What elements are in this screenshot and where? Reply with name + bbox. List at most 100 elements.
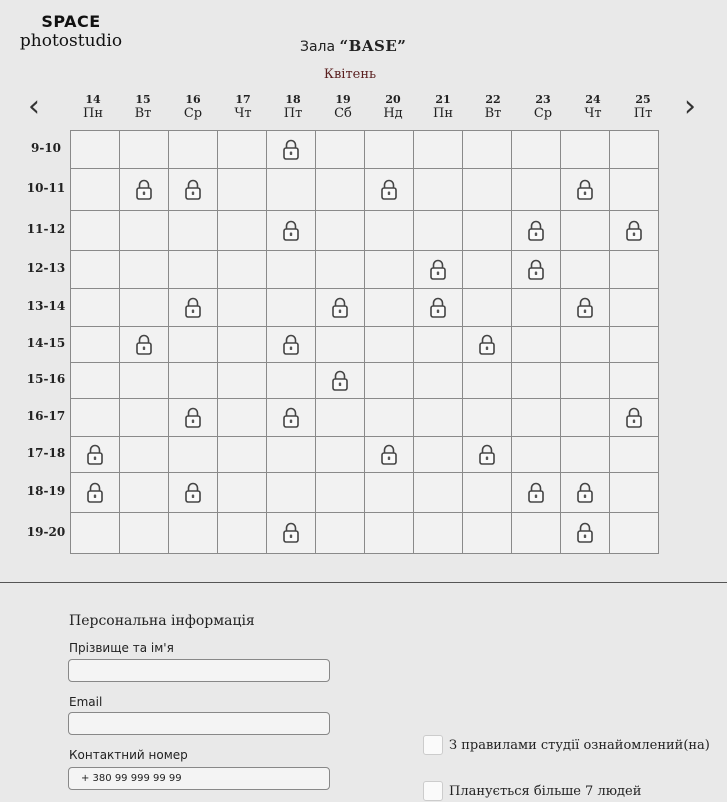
time-slot[interactable] — [217, 130, 267, 169]
time-slot[interactable] — [266, 472, 316, 513]
time-slot[interactable] — [609, 472, 659, 513]
time-slot[interactable] — [217, 398, 267, 437]
time-slot[interactable] — [217, 210, 267, 251]
time-slot[interactable] — [168, 512, 218, 554]
time-slot[interactable] — [217, 362, 267, 399]
time-slot[interactable] — [315, 326, 365, 363]
time-slot[interactable] — [70, 288, 120, 327]
time-slot[interactable] — [511, 436, 561, 473]
time-slot[interactable] — [609, 130, 659, 169]
time-slot[interactable] — [70, 398, 120, 437]
time-slot[interactable] — [70, 130, 120, 169]
time-slot[interactable] — [119, 288, 169, 327]
time-slot[interactable] — [462, 130, 512, 169]
time-slot[interactable] — [315, 210, 365, 251]
rules-checkbox-row[interactable]: З правилами студії ознайомлений(на) — [423, 735, 710, 755]
time-slot[interactable] — [462, 472, 512, 513]
time-slot[interactable] — [217, 250, 267, 289]
time-slot[interactable] — [315, 130, 365, 169]
time-slot[interactable] — [315, 168, 365, 211]
time-slot[interactable] — [119, 210, 169, 251]
time-slot[interactable] — [413, 168, 463, 211]
time-slot[interactable] — [609, 168, 659, 211]
time-slot[interactable] — [168, 362, 218, 399]
time-slot[interactable] — [266, 288, 316, 327]
time-slot[interactable] — [511, 288, 561, 327]
time-slot[interactable] — [413, 362, 463, 399]
time-slot[interactable] — [168, 436, 218, 473]
time-slot[interactable] — [364, 472, 414, 513]
time-slot[interactable] — [364, 326, 414, 363]
time-slot[interactable] — [413, 326, 463, 363]
time-slot[interactable] — [462, 250, 512, 289]
time-slot[interactable] — [315, 512, 365, 554]
time-slot[interactable] — [119, 362, 169, 399]
time-slot[interactable] — [560, 326, 610, 363]
time-slot[interactable] — [119, 472, 169, 513]
time-slot[interactable] — [217, 436, 267, 473]
time-slot[interactable] — [315, 398, 365, 437]
time-slot[interactable] — [119, 250, 169, 289]
time-slot[interactable] — [70, 512, 120, 554]
time-slot[interactable] — [217, 472, 267, 513]
time-slot[interactable] — [609, 326, 659, 363]
time-slot[interactable] — [217, 512, 267, 554]
time-slot[interactable] — [315, 472, 365, 513]
time-slot[interactable] — [413, 130, 463, 169]
studio-logo[interactable]: SPACE photostudio — [16, 12, 126, 51]
time-slot[interactable] — [413, 512, 463, 554]
time-slot[interactable] — [70, 326, 120, 363]
time-slot[interactable] — [315, 436, 365, 473]
time-slot[interactable] — [266, 250, 316, 289]
time-slot[interactable] — [266, 436, 316, 473]
time-slot[interactable] — [511, 168, 561, 211]
time-slot[interactable] — [413, 210, 463, 251]
time-slot[interactable] — [119, 436, 169, 473]
prev-week-button[interactable]: ‹ — [28, 92, 40, 122]
time-slot[interactable] — [560, 130, 610, 169]
time-slot[interactable] — [413, 398, 463, 437]
time-slot[interactable] — [609, 288, 659, 327]
time-slot[interactable] — [119, 512, 169, 554]
time-slot[interactable] — [511, 326, 561, 363]
time-slot[interactable] — [168, 130, 218, 169]
time-slot[interactable] — [462, 210, 512, 251]
email-input[interactable] — [68, 712, 330, 735]
time-slot[interactable] — [413, 436, 463, 473]
time-slot[interactable] — [560, 362, 610, 399]
time-slot[interactable] — [511, 362, 561, 399]
time-slot[interactable] — [462, 168, 512, 211]
time-slot[interactable] — [168, 210, 218, 251]
time-slot[interactable] — [560, 436, 610, 473]
time-slot[interactable] — [266, 362, 316, 399]
time-slot[interactable] — [315, 250, 365, 289]
time-slot[interactable] — [413, 472, 463, 513]
time-slot[interactable] — [364, 362, 414, 399]
time-slot[interactable] — [217, 326, 267, 363]
people-checkbox[interactable] — [423, 781, 443, 801]
time-slot[interactable] — [364, 398, 414, 437]
time-slot[interactable] — [609, 250, 659, 289]
time-slot[interactable] — [70, 210, 120, 251]
time-slot[interactable] — [364, 250, 414, 289]
time-slot[interactable] — [560, 210, 610, 251]
time-slot[interactable] — [609, 436, 659, 473]
time-slot[interactable] — [609, 512, 659, 554]
rules-checkbox[interactable] — [423, 735, 443, 755]
time-slot[interactable] — [511, 130, 561, 169]
people-checkbox-row[interactable]: Планується більше 7 людей — [423, 781, 641, 801]
time-slot[interactable] — [364, 512, 414, 554]
time-slot[interactable] — [364, 210, 414, 251]
time-slot[interactable] — [511, 398, 561, 437]
time-slot[interactable] — [560, 398, 610, 437]
time-slot[interactable] — [462, 512, 512, 554]
time-slot[interactable] — [70, 362, 120, 399]
time-slot[interactable] — [217, 288, 267, 327]
time-slot[interactable] — [70, 250, 120, 289]
time-slot[interactable] — [462, 362, 512, 399]
name-input[interactable] — [68, 659, 330, 682]
time-slot[interactable] — [364, 130, 414, 169]
time-slot[interactable] — [119, 398, 169, 437]
time-slot[interactable] — [266, 168, 316, 211]
phone-input[interactable] — [68, 767, 330, 790]
